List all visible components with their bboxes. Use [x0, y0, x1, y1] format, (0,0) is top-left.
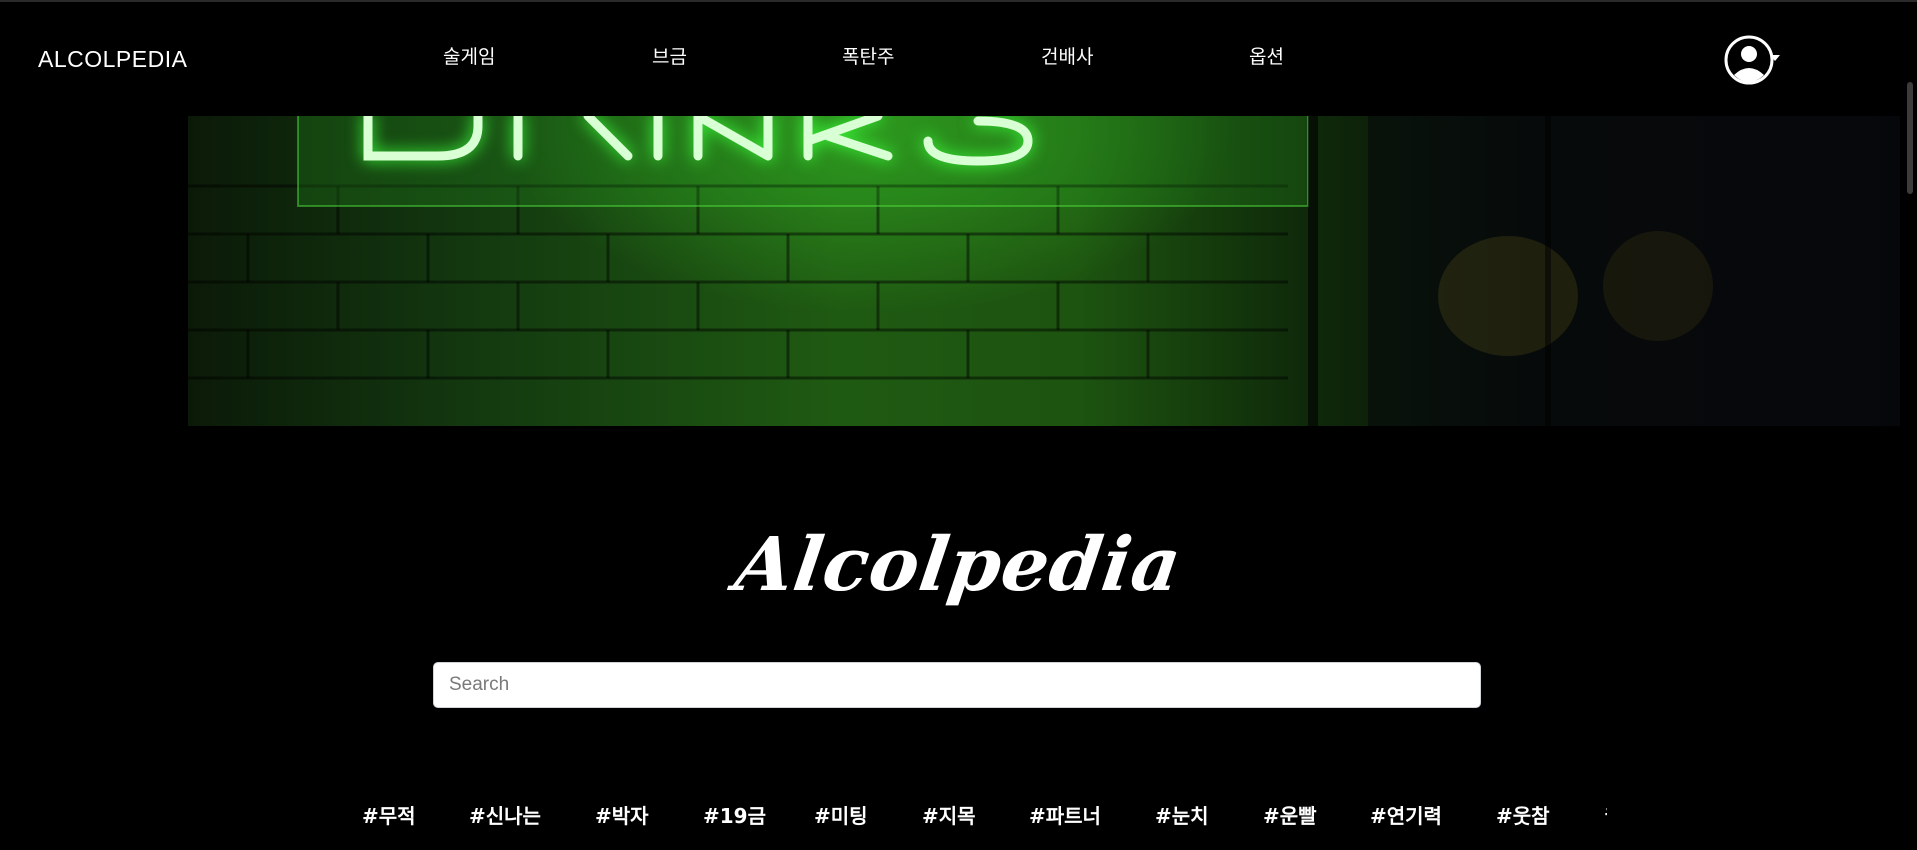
- tag-chip[interactable]: #미팅: [814, 800, 868, 829]
- tag-chip[interactable]: #무적: [362, 800, 416, 829]
- nav-item-options[interactable]: 옵션: [1249, 42, 1284, 69]
- tag-chip[interactable]: #신나는: [469, 800, 541, 829]
- tag-chip[interactable]: #지목: [922, 800, 976, 829]
- tag-chip[interactable]: #: [1604, 800, 1607, 824]
- neon-sign-illustration: [188, 116, 1900, 426]
- tag-chip[interactable]: #운빨: [1263, 800, 1317, 829]
- nav-item-toasts[interactable]: 건배사: [1041, 42, 1093, 69]
- nav-item-drinking-games[interactable]: 술게임: [443, 42, 495, 69]
- tag-chip[interactable]: #연기력: [1370, 800, 1442, 829]
- navbar: ALCOLPEDIA 술게임 브금 폭탄주 건배사 옵션: [0, 2, 1900, 116]
- tag-chip[interactable]: #웃참: [1496, 800, 1550, 829]
- tag-list: #무적 #신나는 #박자 #19금 #미팅 #지목 #파트너 #눈치 #운빨 #…: [362, 796, 1607, 836]
- brand-logo[interactable]: ALCOLPEDIA: [38, 46, 187, 73]
- tag-chip[interactable]: #눈치: [1155, 800, 1209, 829]
- nav-item-bgm[interactable]: 브금: [652, 42, 687, 69]
- tag-chip[interactable]: #파트너: [1029, 800, 1101, 829]
- tag-chip[interactable]: #19금: [703, 800, 766, 829]
- tag-chip[interactable]: #박자: [595, 800, 649, 829]
- user-menu-button[interactable]: [1724, 35, 1782, 85]
- nav-item-bomb-shots[interactable]: 폭탄주: [842, 42, 894, 69]
- scrollbar-thumb[interactable]: [1907, 82, 1913, 194]
- hero-banner: [188, 116, 1900, 426]
- search-input[interactable]: [433, 662, 1481, 708]
- user-circle-icon: [1724, 35, 1774, 85]
- site-title: Alcolpedia: [730, 522, 1187, 608]
